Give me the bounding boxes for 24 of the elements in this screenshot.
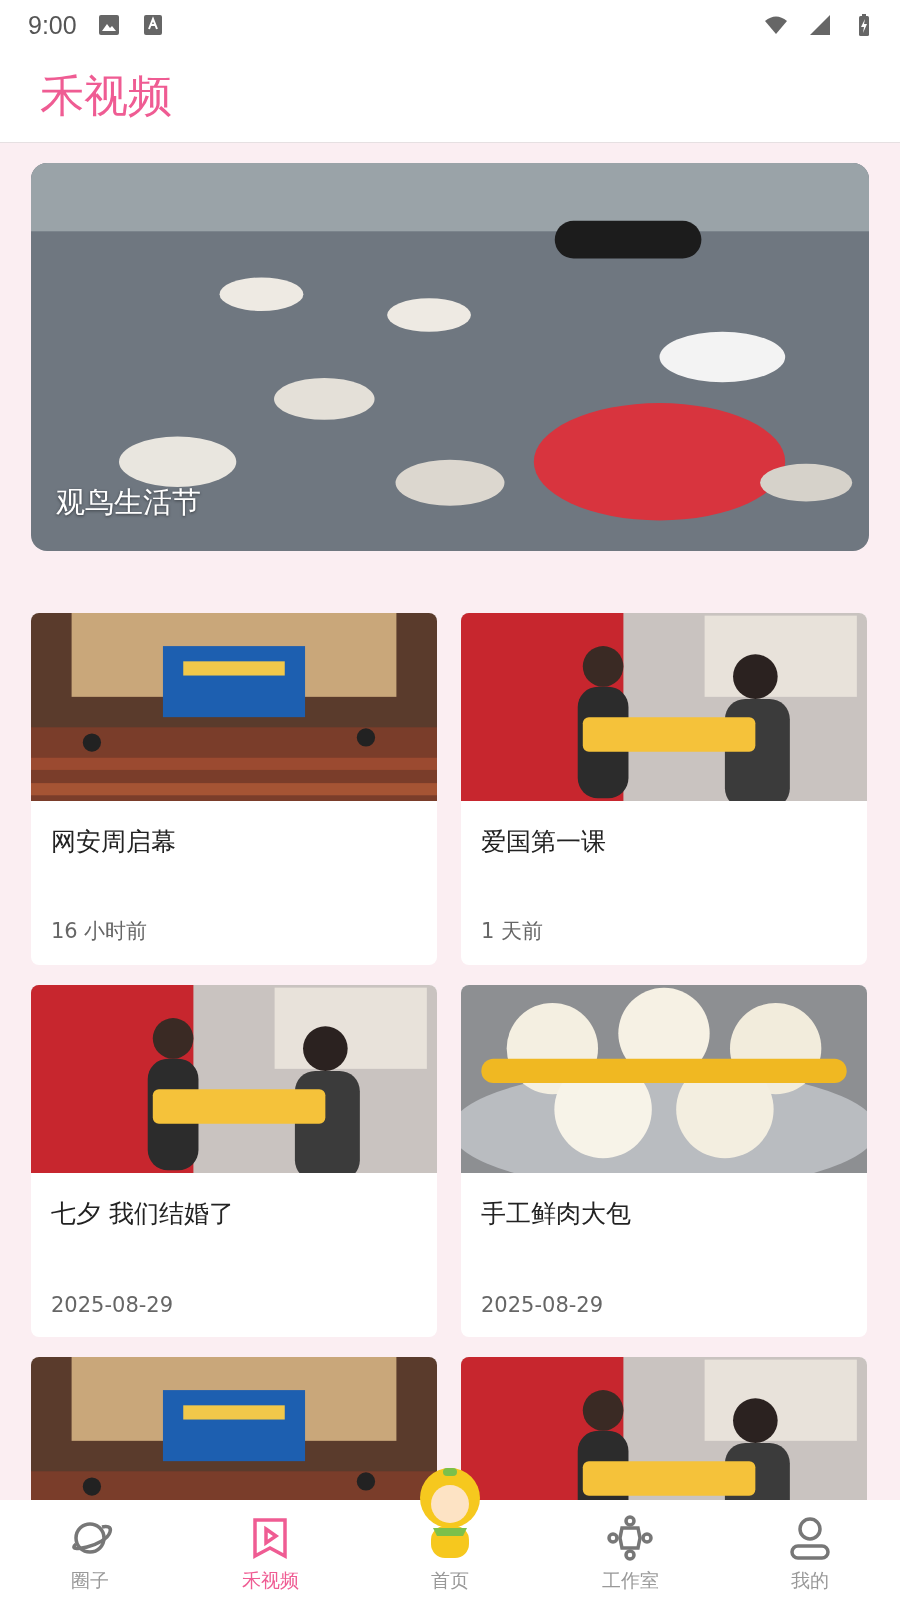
nav-tab[interactable]: 我的 xyxy=(720,1500,900,1600)
video-title: 七夕 我们结婚了 xyxy=(50,1198,235,1230)
nav-tab[interactable]: 首页 xyxy=(360,1500,540,1600)
video-card[interactable]: 网安周启幕 16 小时前 xyxy=(31,613,437,965)
status-time: 9:00 xyxy=(28,10,77,40)
video-title: 网安周启幕 xyxy=(50,826,177,858)
video-time: 16 小时前 xyxy=(50,918,149,945)
image-icon xyxy=(96,13,121,37)
video-time: 1 天前 xyxy=(480,918,545,945)
nav-tab[interactable]: 禾视频 xyxy=(180,1500,360,1600)
nav-tab[interactable]: 工作室 xyxy=(540,1500,720,1600)
app-title: 禾视频 xyxy=(40,68,172,123)
video-card[interactable]: 七夕 我们结婚了 2025-08-29 xyxy=(31,985,437,1337)
video-card[interactable]: 爱国第一课 1 天前 xyxy=(461,613,867,965)
banner-video[interactable]: 观鸟生活节 xyxy=(31,163,869,551)
nav-tab[interactable]: 圈子 xyxy=(0,1500,180,1600)
banner-caption: 观鸟生活节 xyxy=(56,484,201,521)
video-time: 2025-08-29 xyxy=(480,1293,605,1319)
signal-icon xyxy=(808,13,832,37)
video-title: 爱国第一课 xyxy=(480,826,607,858)
video-card[interactable]: 手工鲜肉大包 2025-08-29 xyxy=(461,985,867,1337)
video-title: 手工鲜肉大包 xyxy=(480,1198,632,1230)
video-time: 2025-08-29 xyxy=(50,1293,175,1319)
network-icon xyxy=(606,1514,654,1562)
